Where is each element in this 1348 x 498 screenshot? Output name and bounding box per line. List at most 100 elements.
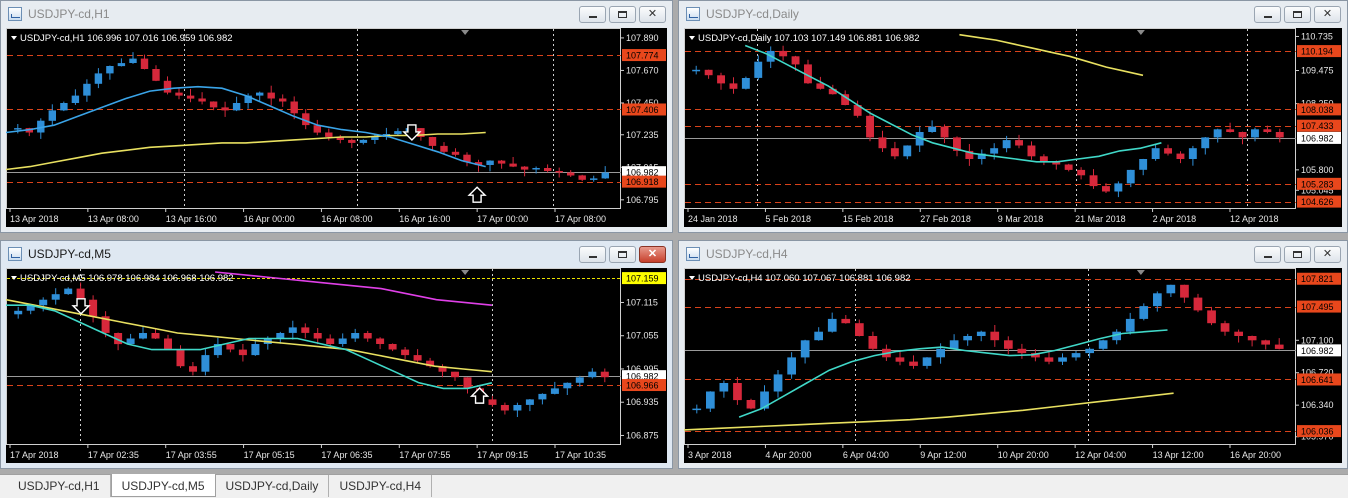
bearish-candle	[388, 344, 397, 350]
price-tag-label: 107.495	[1301, 302, 1334, 312]
sell-arrow-icon	[71, 298, 91, 315]
chart-window-icon	[686, 7, 700, 21]
bullish-candle	[990, 148, 999, 154]
window-titlebar[interactable]: USDJPY-cd,H4 ✕	[679, 241, 1347, 267]
bearish-candle	[1234, 331, 1243, 336]
price-chart-h4[interactable]: USDJPY-cd,H4 107.060 107.067 106.881 106…	[684, 268, 1342, 463]
minimize-button[interactable]	[579, 6, 606, 23]
minimize-button[interactable]	[579, 246, 606, 263]
maximize-button[interactable]	[609, 246, 636, 263]
bullish-candle	[787, 357, 796, 375]
maximize-icon	[1293, 11, 1302, 18]
bullish-candle	[1188, 148, 1197, 159]
bullish-candle	[590, 178, 598, 180]
time-axis-label: 16 Apr 00:00	[244, 214, 295, 224]
bullish-candle	[800, 340, 810, 358]
bullish-candle	[532, 168, 540, 170]
bearish-candle	[221, 107, 229, 111]
bearish-candle	[1220, 323, 1230, 332]
bullish-candle	[359, 139, 368, 143]
bearish-candle	[791, 56, 800, 65]
chart-window-daily[interactable]: USDJPY-cd,Daily ✕ USDJPY-cd,Daily 107.10…	[678, 0, 1348, 233]
chart-window-m5[interactable]: USDJPY-cd,M5 ✕ USDJPY-cd,M5 106.978 106.…	[0, 240, 673, 469]
price-chart-h1[interactable]: USDJPY-cd,H1 106.996 107.016 106.959 106…	[6, 28, 667, 227]
bearish-candle	[890, 148, 899, 157]
plot-frame	[684, 28, 1296, 209]
bullish-candle	[201, 355, 210, 372]
bullish-candle	[692, 69, 701, 72]
bullish-candle	[1139, 159, 1148, 170]
bearish-candle	[326, 338, 335, 344]
bearish-candle	[186, 95, 195, 99]
maximize-button[interactable]	[1284, 6, 1311, 23]
chart-window-h4[interactable]: USDJPY-cd,H4 ✕ USDJPY-cd,H4 107.060 107.…	[678, 240, 1348, 469]
bullish-candle	[588, 371, 597, 378]
bearish-candle	[267, 92, 275, 99]
time-axis-label: 12 Apr 2018	[1230, 214, 1279, 224]
bullish-candle	[60, 103, 68, 111]
minimize-icon	[1263, 15, 1272, 18]
bearish-candle	[76, 288, 85, 300]
close-icon: ✕	[647, 248, 658, 260]
maximize-button[interactable]	[609, 6, 636, 23]
bullish-candle	[83, 83, 91, 96]
close-button[interactable]: ✕	[1314, 6, 1341, 23]
close-button[interactable]: ✕	[639, 246, 666, 263]
price-chart-m5[interactable]: USDJPY-cd,M5 106.978 106.984 106.968 106…	[6, 268, 667, 463]
tab-usdjpy-daily[interactable]: USDJPY-cd,Daily	[216, 475, 330, 497]
close-button[interactable]: ✕	[1314, 246, 1341, 263]
bearish-candle	[1261, 340, 1270, 345]
chart-svg: USDJPY-cd,Daily 107.103 107.149 106.881 …	[684, 28, 1341, 224]
bearish-candle	[866, 115, 874, 138]
bearish-candle	[176, 349, 185, 367]
window-titlebar[interactable]: USDJPY-cd,Daily ✕	[679, 1, 1347, 27]
window-title: USDJPY-cd,H4	[706, 247, 788, 261]
bearish-candle	[729, 83, 738, 89]
time-axis-label: 5 Feb 2018	[765, 214, 811, 224]
tab-usdjpy-m5[interactable]: USDJPY-cd,M5	[110, 474, 216, 497]
price-axis-label: 107.055	[626, 331, 659, 341]
window-titlebar[interactable]: USDJPY-cd,H1 ✕	[1, 1, 672, 27]
bearish-candle	[401, 349, 410, 356]
time-axis-label: 4 Apr 20:00	[765, 450, 811, 460]
price-chart-daily[interactable]: USDJPY-cd,Daily 107.103 107.149 106.881 …	[684, 28, 1342, 227]
bearish-candle	[363, 333, 372, 339]
close-icon: ✕	[1322, 248, 1333, 260]
time-axis-label: 17 Apr 07:55	[399, 450, 450, 460]
bullish-candle	[936, 348, 945, 358]
bearish-candle	[1164, 148, 1172, 154]
price-tag-label: 105.283	[1301, 179, 1334, 189]
bullish-candle	[106, 66, 114, 74]
time-axis-label: 17 Apr 08:00	[555, 214, 606, 224]
minimize-button[interactable]	[1254, 6, 1281, 23]
bullish-candle	[251, 344, 260, 356]
maximize-icon	[618, 11, 627, 18]
bullish-candle	[486, 160, 494, 165]
time-axis-label: 17 Apr 02:35	[88, 450, 139, 460]
tab-usdjpy-h4[interactable]: USDJPY-cd,H4	[329, 475, 433, 497]
chart-window-h1[interactable]: USDJPY-cd,H1 ✕ USDJPY-cd,H1 106.996 107.…	[0, 0, 673, 233]
bullish-candle	[575, 377, 584, 383]
time-axis-label: 6 Apr 04:00	[843, 450, 889, 460]
moving-average-magenta	[215, 271, 492, 306]
bearish-candle	[189, 366, 197, 372]
price-axis-label: 106.795	[626, 195, 659, 205]
bearish-candle	[578, 175, 586, 180]
bearish-candle	[1238, 132, 1247, 138]
bullish-candle	[1153, 293, 1162, 307]
minimize-button[interactable]	[1254, 246, 1281, 263]
bullish-candle	[928, 126, 937, 132]
close-button[interactable]: ✕	[639, 6, 666, 23]
price-tag-label: 107.774	[626, 51, 659, 61]
bullish-candle	[1058, 357, 1067, 362]
bearish-candle	[567, 172, 575, 176]
bearish-candle	[290, 101, 298, 114]
bearish-candle	[89, 299, 98, 317]
price-axis-label: 107.100	[1301, 335, 1334, 345]
bearish-candle	[413, 355, 422, 361]
maximize-button[interactable]	[1284, 246, 1311, 263]
window-titlebar[interactable]: USDJPY-cd,M5 ✕	[1, 241, 672, 267]
maximize-icon	[618, 251, 627, 258]
bullish-candle	[232, 103, 241, 111]
tab-usdjpy-h1[interactable]: USDJPY-cd,H1	[8, 475, 111, 497]
